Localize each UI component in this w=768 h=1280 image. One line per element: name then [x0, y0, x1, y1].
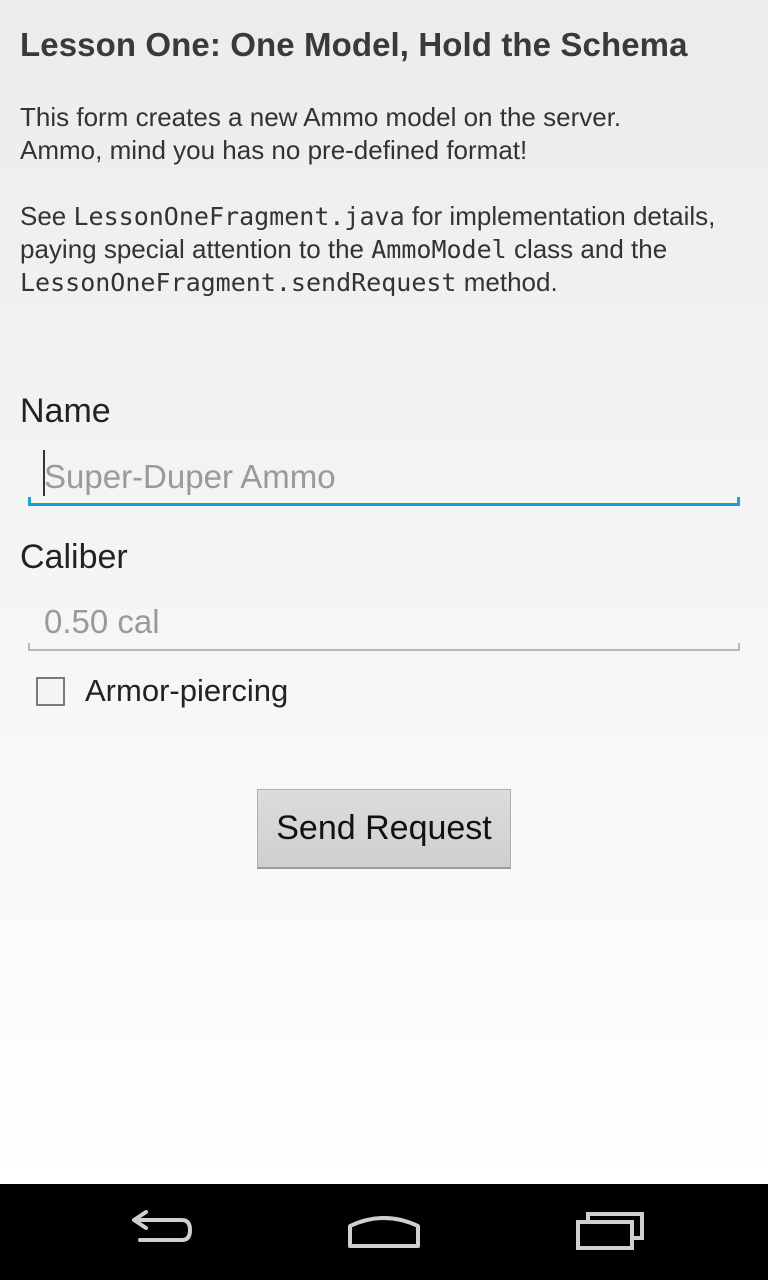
- caliber-input-tick-left: [28, 643, 30, 651]
- recents-icon: [574, 1208, 646, 1257]
- nav-recents-button[interactable]: [550, 1194, 670, 1270]
- caliber-field-container: [28, 593, 740, 651]
- armor-piercing-checkbox[interactable]: [36, 676, 65, 706]
- send-request-button[interactable]: Send Request: [257, 789, 511, 869]
- name-label: Name: [20, 392, 111, 430]
- nav-home-button[interactable]: [324, 1194, 444, 1270]
- caliber-input-underline: [28, 649, 740, 651]
- code-fragment-file: LessonOneFragment.java: [73, 202, 405, 231]
- name-field-container: [28, 448, 740, 506]
- armor-piercing-row[interactable]: Armor-piercing: [36, 673, 288, 709]
- code-ammo-model: AmmoModel: [371, 235, 507, 264]
- description-see: See: [20, 201, 74, 231]
- home-icon: [346, 1208, 422, 1257]
- text-cursor: [43, 450, 45, 496]
- app-screen: Lesson One: One Model, Hold the Schema T…: [0, 0, 768, 1184]
- description-line-1: This form creates a new Ammo model on th…: [20, 102, 622, 132]
- name-input-tick-right: [737, 497, 740, 506]
- description-paragraph-1: This form creates a new Ammo model on th…: [20, 101, 750, 167]
- code-send-request: LessonOneFragment.sendRequest: [20, 268, 457, 297]
- description-paragraph-2: See LessonOneFragment.java for implement…: [20, 200, 750, 299]
- description-end: method.: [456, 267, 558, 297]
- name-input-tick-left: [28, 497, 31, 506]
- system-navigation-bar: [0, 1184, 768, 1280]
- name-input-underline: [28, 503, 740, 506]
- caliber-label: Caliber: [20, 538, 128, 576]
- back-icon: [124, 1208, 196, 1257]
- description-line-2: Ammo, mind you has no pre-defined format…: [20, 135, 528, 165]
- caliber-input[interactable]: [28, 593, 740, 651]
- description-mid2: class and the: [506, 234, 668, 264]
- nav-back-button[interactable]: [100, 1194, 220, 1270]
- armor-piercing-label[interactable]: Armor-piercing: [85, 673, 288, 709]
- name-input[interactable]: [28, 448, 740, 506]
- caliber-input-tick-right: [738, 643, 740, 651]
- page-title: Lesson One: One Model, Hold the Schema: [20, 26, 688, 63]
